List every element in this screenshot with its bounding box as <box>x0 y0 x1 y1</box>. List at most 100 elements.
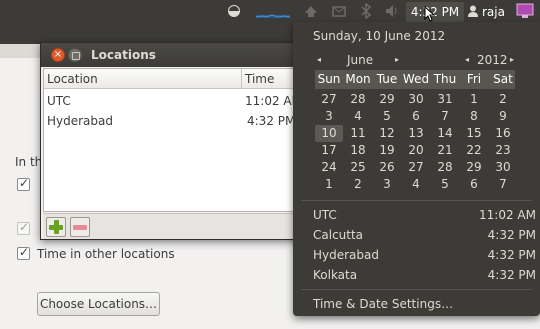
session-icon[interactable] <box>516 3 534 19</box>
calendar-day[interactable]: 24 <box>315 159 343 176</box>
locations-title: Locations <box>91 48 156 62</box>
locations-dialog: × Locations Location Time UTC 11:02 AM H… <box>40 42 302 240</box>
calendar-month: June <box>347 53 374 67</box>
system-monitor-icon[interactable] <box>255 3 291 21</box>
locations-list-header: Location Time <box>44 69 298 89</box>
calendar-day[interactable]: 1 <box>460 91 488 108</box>
calendar-day[interactable]: 3 <box>373 176 401 193</box>
calendar-day[interactable]: 2 <box>344 176 372 193</box>
calendar-day[interactable]: 8 <box>460 108 488 125</box>
location-name: UTC <box>47 94 71 108</box>
calendar-day[interactable]: 6 <box>402 108 430 125</box>
calendar-day[interactable]: 5 <box>373 108 401 125</box>
weekday-label: Sun <box>317 72 341 86</box>
calendar-day[interactable]: 5 <box>431 176 459 193</box>
calendar-day-selected[interactable]: 10 <box>315 125 343 142</box>
mail-icon[interactable] <box>331 3 347 21</box>
locations-list[interactable]: Location Time UTC 11:02 AM Hyderabad 4:3… <box>43 68 299 212</box>
next-year-icon[interactable]: ▸ <box>510 52 514 68</box>
next-month-icon[interactable]: ▸ <box>395 52 399 68</box>
calendar-day[interactable]: 2 <box>489 91 517 108</box>
locations-titlebar: × Locations <box>41 43 301 67</box>
panel-user[interactable]: raja <box>468 3 505 21</box>
calendar-day[interactable]: 9 <box>489 108 517 125</box>
calendar-day[interactable]: 26 <box>373 159 401 176</box>
world-clock-item[interactable]: Calcutta 4:32 PM <box>293 225 540 245</box>
world-clock-name: Calcutta <box>313 228 364 242</box>
calendar-day[interactable]: 19 <box>373 142 401 159</box>
calendar-day[interactable]: 17 <box>315 142 343 159</box>
time-other-locations-checkbox[interactable]: ✓ <box>17 245 30 260</box>
background-window-titlebar <box>0 24 300 44</box>
background-checkbox-2[interactable]: ✓ <box>17 220 30 235</box>
locations-toolbar <box>43 213 299 239</box>
world-clock-time: 11:02 AM <box>479 208 536 222</box>
prev-year-icon[interactable]: ◂ <box>465 52 469 68</box>
world-clock-item[interactable]: Hyderabad 4:32 PM <box>293 245 540 265</box>
calendar-day[interactable]: 13 <box>402 125 430 142</box>
calendar-day[interactable]: 25 <box>344 159 372 176</box>
time-date-settings-item[interactable]: Time & Date Settings… <box>313 294 453 314</box>
calendar-day[interactable]: 21 <box>431 142 459 159</box>
calendar-day[interactable]: 1 <box>315 176 343 193</box>
calendar-day[interactable]: 30 <box>402 91 430 108</box>
world-clock-time: 4:32 PM <box>487 248 536 262</box>
calendar-day[interactable]: 16 <box>489 125 517 142</box>
bluetooth-icon[interactable] <box>358 2 374 21</box>
calendar-day[interactable]: 11 <box>344 125 372 142</box>
calendar-day[interactable]: 4 <box>344 108 372 125</box>
calendar-date-heading: Sunday, 10 June 2012 <box>313 29 446 43</box>
calendar-grid: Sun Mon Tue Wed Thu Fri Sat 27 28 29 30 … <box>315 70 515 192</box>
column-divider[interactable] <box>241 69 242 89</box>
choose-locations-button[interactable]: Choose Locations… <box>37 292 160 316</box>
calendar-year: 2012 <box>477 53 508 67</box>
table-row[interactable]: Hyderabad 4:32 PM <box>44 111 298 131</box>
user-icon <box>468 5 478 17</box>
calendar-day[interactable]: 18 <box>344 142 372 159</box>
mouse-cursor-icon <box>424 6 436 22</box>
volume-icon[interactable] <box>384 3 400 21</box>
menu-separator <box>301 200 532 201</box>
weekday-label: Wed <box>402 72 430 86</box>
calendar-day[interactable]: 28 <box>344 91 372 108</box>
table-row[interactable]: UTC 11:02 AM <box>44 91 298 111</box>
calendar-day[interactable]: 31 <box>431 91 459 108</box>
calendar-day[interactable]: 29 <box>460 159 488 176</box>
network-icon[interactable] <box>226 3 242 21</box>
calendar-day[interactable]: 22 <box>460 142 488 159</box>
close-icon[interactable]: × <box>51 48 65 62</box>
calendar-day[interactable]: 27 <box>315 91 343 108</box>
messaging-icon[interactable] <box>303 3 319 21</box>
world-clock-item[interactable]: Kolkata 4:32 PM <box>293 265 540 285</box>
column-header-time[interactable]: Time <box>245 71 274 87</box>
calendar-day[interactable]: 7 <box>431 108 459 125</box>
minimize-icon[interactable] <box>68 48 82 62</box>
clock-menu: Sunday, 10 June 2012 ◂ June ▸ ◂ 2012 ▸ S… <box>293 22 540 316</box>
add-icon[interactable] <box>46 217 66 237</box>
column-header-location[interactable]: Location <box>47 71 98 87</box>
calendar-day[interactable]: 20 <box>402 142 430 159</box>
calendar-day[interactable]: 4 <box>402 176 430 193</box>
weekday-label: Tue <box>376 72 398 86</box>
weekday-label: Fri <box>466 72 482 86</box>
calendar-day[interactable]: 27 <box>402 159 430 176</box>
panel-user-name: raja <box>482 5 505 19</box>
background-checkbox-1[interactable]: ✓ <box>17 176 30 191</box>
calendar-day[interactable]: 23 <box>489 142 517 159</box>
calendar-day[interactable]: 15 <box>460 125 488 142</box>
calendar-day[interactable]: 30 <box>489 159 517 176</box>
world-clock-time: 4:32 PM <box>487 268 536 282</box>
calendar-day[interactable]: 6 <box>460 176 488 193</box>
calendar-day[interactable]: 12 <box>373 125 401 142</box>
calendar-day[interactable]: 7 <box>489 176 517 193</box>
calendar-day[interactable]: 28 <box>431 159 459 176</box>
prev-month-icon[interactable]: ◂ <box>317 52 321 68</box>
world-clock-item[interactable]: UTC 11:02 AM <box>293 205 540 225</box>
calendar-day[interactable]: 14 <box>431 125 459 142</box>
top-panel: 4:32 PM raja <box>0 0 540 24</box>
calendar-day[interactable]: 29 <box>373 91 401 108</box>
remove-icon[interactable] <box>70 217 90 237</box>
calendar-day[interactable]: 3 <box>315 108 343 125</box>
world-clock-name: UTC <box>313 208 337 222</box>
location-name: Hyderabad <box>47 114 113 128</box>
